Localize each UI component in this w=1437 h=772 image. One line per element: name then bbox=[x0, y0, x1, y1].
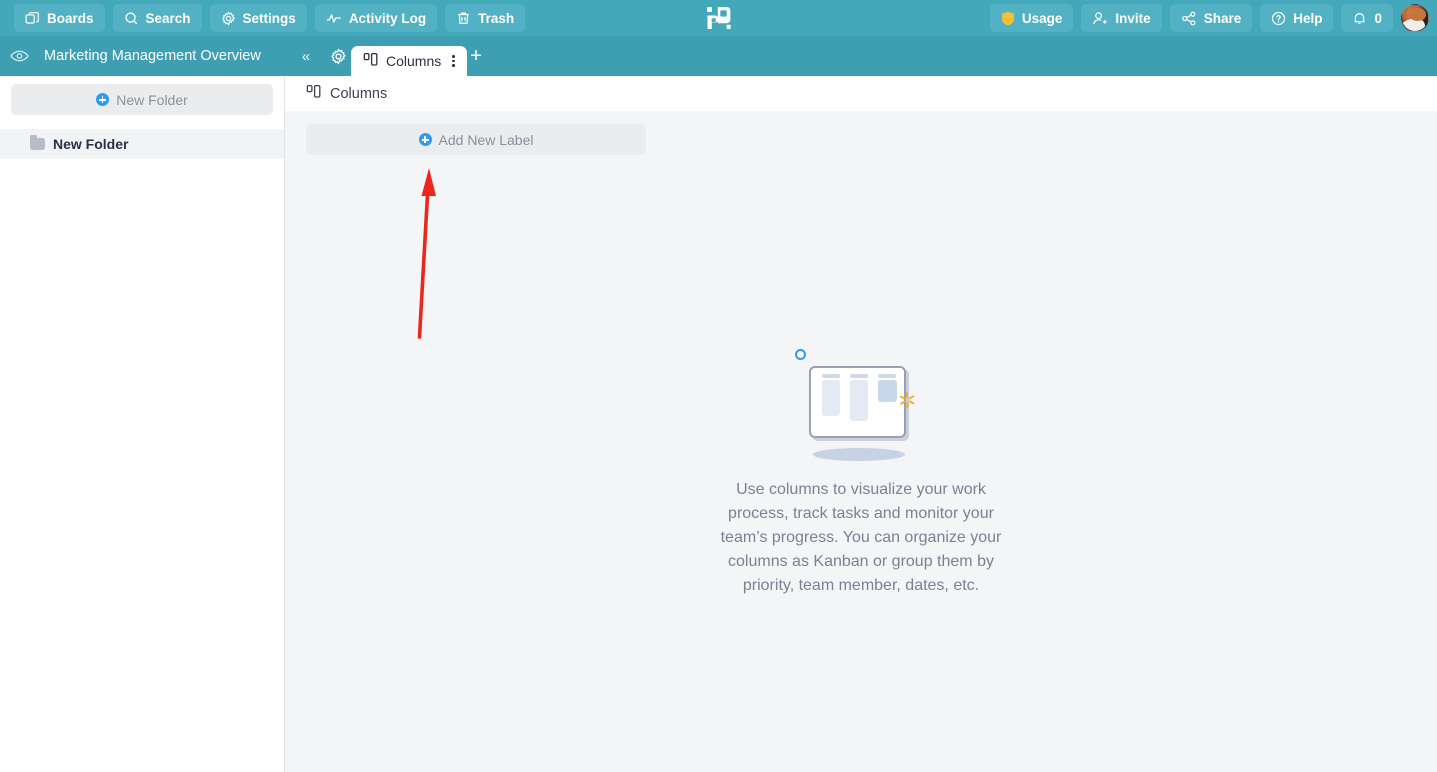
trash-button[interactable]: Trash bbox=[445, 4, 526, 32]
illustration-card bbox=[809, 366, 906, 438]
illustration-col-title-1 bbox=[822, 374, 840, 378]
sidebar-item-new-folder[interactable]: New Folder bbox=[0, 129, 284, 159]
top-nav-right-group: Usage Invite Share Help 0 bbox=[989, 0, 1429, 36]
top-navigation-bar: Boards Search Settings Activity Log Tras… bbox=[0, 0, 1437, 36]
avatar[interactable] bbox=[1401, 4, 1429, 32]
search-label: Search bbox=[145, 10, 191, 26]
columns-icon bbox=[363, 52, 379, 70]
notification-count: 0 bbox=[1374, 10, 1382, 26]
board-title[interactable]: Marketing Management Overview bbox=[44, 36, 261, 76]
new-folder-button[interactable]: New Folder bbox=[11, 84, 273, 115]
settings-label: Settings bbox=[242, 10, 296, 26]
illustration-col-2 bbox=[850, 380, 868, 421]
app-logo[interactable] bbox=[705, 4, 733, 32]
search-icon bbox=[124, 11, 139, 26]
add-new-label-button-label: Add New Label bbox=[438, 131, 534, 148]
illustration-col-1 bbox=[822, 380, 840, 416]
columns-board-illustration bbox=[776, 336, 946, 461]
help-label: Help bbox=[1293, 10, 1323, 26]
illustration-shadow bbox=[813, 448, 905, 461]
empty-state: Use columns to visualize your work proce… bbox=[285, 336, 1437, 598]
folder-icon bbox=[30, 135, 45, 150]
invite-label: Invite bbox=[1115, 10, 1151, 26]
ring-decoration-icon bbox=[795, 349, 806, 360]
collapse-sidebar-button[interactable]: « bbox=[296, 36, 316, 76]
user-add-icon bbox=[1092, 11, 1108, 26]
question-circle-icon bbox=[1271, 11, 1286, 26]
boards-label: Boards bbox=[47, 10, 94, 26]
activity-log-button[interactable]: Activity Log bbox=[314, 4, 438, 32]
usage-label: Usage bbox=[1021, 10, 1063, 26]
add-tab-button[interactable]: + bbox=[465, 36, 487, 76]
sparkle-icon bbox=[898, 391, 916, 409]
columns-icon bbox=[306, 84, 322, 103]
top-nav-left-group: Boards Search Settings Activity Log Tras… bbox=[0, 4, 526, 32]
trash-label: Trash bbox=[478, 10, 515, 26]
sidebar-item-label: New Folder bbox=[53, 136, 129, 152]
invite-button[interactable]: Invite bbox=[1081, 4, 1162, 32]
activity-icon bbox=[326, 11, 342, 26]
empty-state-text: Use columns to visualize your work proce… bbox=[720, 481, 1002, 594]
help-button[interactable]: Help bbox=[1260, 4, 1334, 32]
tab-columns-label: Columns bbox=[386, 53, 442, 69]
plus-circle-icon bbox=[96, 93, 110, 106]
illustration-col-3 bbox=[878, 380, 897, 402]
eye-icon[interactable] bbox=[8, 45, 30, 67]
new-folder-button-label: New Folder bbox=[116, 91, 188, 108]
settings-button[interactable]: Settings bbox=[209, 4, 307, 32]
boards-icon bbox=[25, 11, 40, 26]
kebab-menu-icon[interactable] bbox=[450, 53, 457, 69]
share-label: Share bbox=[1203, 10, 1242, 26]
tab-columns[interactable]: Columns bbox=[351, 46, 467, 76]
main-content: Columns Add New Label Use columns to vis… bbox=[285, 76, 1437, 772]
sidebar: New Folder New Folder bbox=[0, 76, 285, 772]
illustration-col-title-3 bbox=[878, 374, 896, 378]
illustration-col-title-2 bbox=[850, 374, 868, 378]
boards-button[interactable]: Boards bbox=[14, 4, 105, 32]
board-sub-bar: Marketing Management Overview « Columns … bbox=[0, 36, 1437, 76]
share-button[interactable]: Share bbox=[1169, 4, 1253, 32]
search-button[interactable]: Search bbox=[112, 4, 202, 32]
board-settings-button[interactable] bbox=[326, 36, 350, 76]
main-header: Columns bbox=[285, 76, 1437, 111]
gear-icon bbox=[221, 10, 236, 26]
share-icon bbox=[1181, 11, 1197, 26]
notifications-button[interactable]: 0 bbox=[1341, 4, 1393, 32]
shield-icon bbox=[1001, 11, 1015, 26]
trash-icon bbox=[456, 11, 471, 26]
activity-log-label: Activity Log bbox=[348, 10, 427, 26]
page-title: Columns bbox=[330, 85, 388, 102]
bell-icon bbox=[1352, 11, 1367, 26]
add-new-label-button[interactable]: Add New Label bbox=[306, 124, 646, 155]
usage-button[interactable]: Usage bbox=[989, 4, 1074, 32]
plus-circle-icon bbox=[418, 133, 432, 146]
